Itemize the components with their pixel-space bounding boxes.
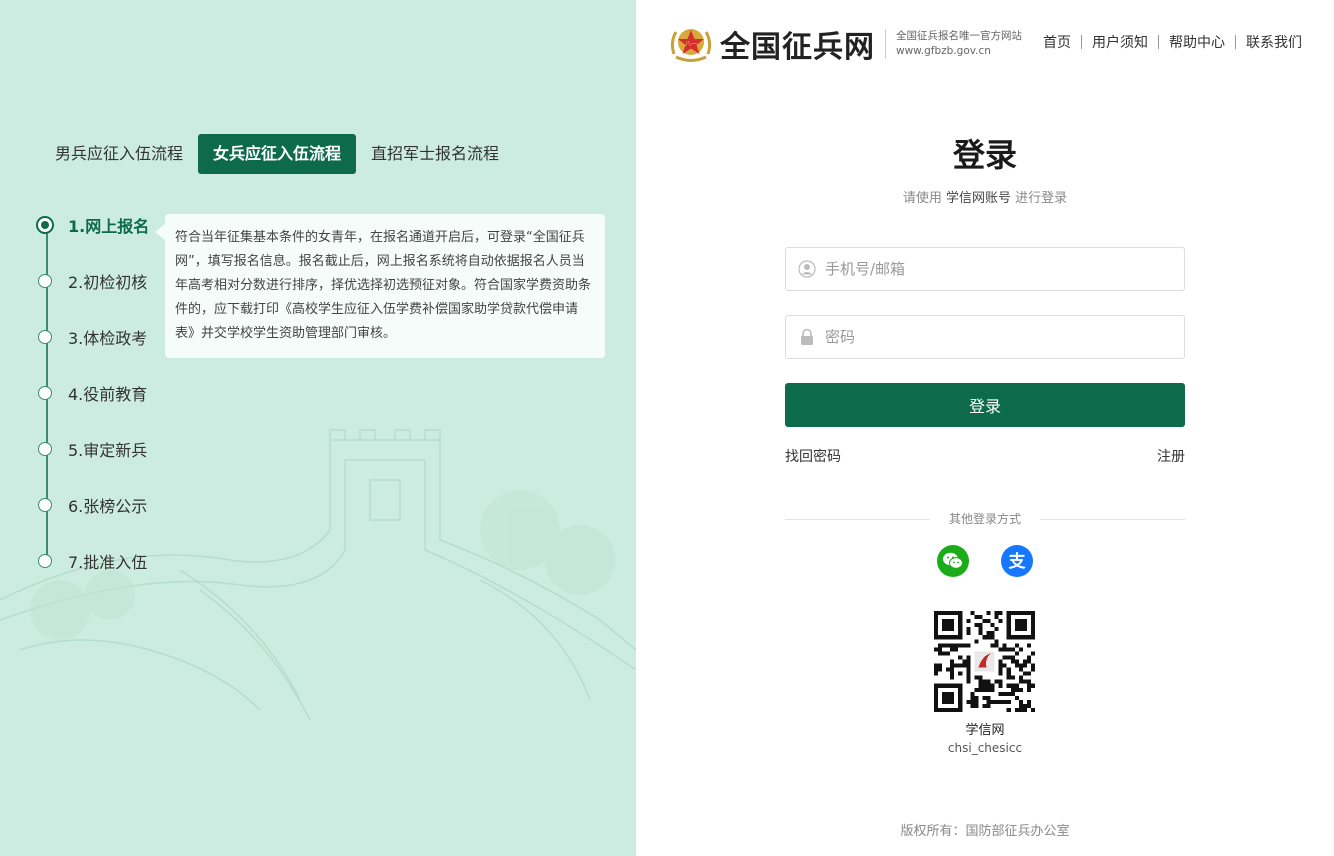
nav-help-center[interactable]: 帮助中心 <box>1169 32 1225 52</box>
step-label: 6.张榜公示 <box>68 497 148 516</box>
site-url: www.gfbzb.gov.cn <box>896 45 991 57</box>
army-emblem-icon: 八一 <box>670 29 712 62</box>
password-field[interactable] <box>785 315 1185 359</box>
step-label: 1.网上报名 <box>68 217 150 236</box>
step-6[interactable]: 6.张榜公示 <box>38 493 147 517</box>
step-dot <box>38 498 52 512</box>
step-dot-active <box>36 216 54 234</box>
account-field[interactable] <box>785 247 1185 291</box>
step-2[interactable]: 2.初检初核 <box>38 269 147 293</box>
other-login-divider: 其他登录方式 <box>785 510 1185 530</box>
step-dot <box>38 554 52 568</box>
step-label: 4.役前教育 <box>68 385 148 404</box>
site-tagline-text: 全国征兵报名唯一官方网站 <box>896 30 1022 42</box>
step-label: 5.审定新兵 <box>68 441 148 460</box>
step-dot <box>38 442 52 456</box>
login-sub-account: 学信网账号 <box>945 191 1011 206</box>
step-3[interactable]: 3.体检政考 <box>38 325 147 349</box>
step-5[interactable]: 5.审定新兵 <box>38 437 147 461</box>
site-logo[interactable]: 八一 全国征兵网 全国征兵报名唯一官方网站 www.gfbzb.gov.cn <box>668 22 1022 66</box>
lock-icon <box>801 328 813 345</box>
nav-contact-us[interactable]: 联系我们 <box>1246 32 1302 52</box>
wechat-login-button[interactable] <box>937 545 969 577</box>
qr-subtitle: chsi_chesicc <box>947 741 1023 755</box>
step-dot <box>38 274 52 288</box>
login-button[interactable]: 登录 <box>785 383 1185 427</box>
step-label: 3.体检政考 <box>68 329 148 348</box>
process-tabs: 男兵应征入伍流程 女兵应征入伍流程 直招军士报名流程 <box>40 134 514 174</box>
nav-divider <box>1081 35 1082 49</box>
svg-text:支: 支 <box>1009 551 1027 572</box>
account-input[interactable] <box>825 260 1165 278</box>
nav-user-notice[interactable]: 用户须知 <box>1092 32 1148 52</box>
step-dot <box>38 330 52 344</box>
step-7[interactable]: 7.批准入伍 <box>38 549 147 573</box>
site-name: 全国征兵网 <box>720 30 875 65</box>
login-title: 登录 <box>952 136 1017 174</box>
wechat-icon <box>943 552 963 569</box>
login-sub-prefix: 请使用 <box>902 191 942 206</box>
login-subtitle: 请使用 学信网账号 进行登录 <box>785 187 1185 206</box>
site-tagline: 全国征兵报名唯一官方网站 www.gfbzb.gov.cn <box>896 29 1022 59</box>
nav-divider <box>1158 35 1159 49</box>
step-label: 2.初检初核 <box>68 273 148 292</box>
tab-female-process[interactable]: 女兵应征入伍流程 <box>198 134 357 174</box>
step-1[interactable]: 1.网上报名 <box>36 213 150 237</box>
alipay-login-button[interactable]: 支 <box>1001 545 1033 577</box>
step-dot <box>38 386 52 400</box>
other-login-label: 其他登录方式 <box>948 512 1021 526</box>
step-description: 符合当年征集基本条件的女青年，在报名通道开启后，可登录“全国征兵网”，填写报名信… <box>155 214 605 358</box>
forgot-password-link[interactable]: 找回密码 <box>785 446 841 466</box>
step-4[interactable]: 4.役前教育 <box>38 381 147 405</box>
qr-title: 学信网 <box>965 723 1005 738</box>
alipay-icon: 支 <box>1009 551 1027 572</box>
nav-home[interactable]: 首页 <box>1043 32 1071 52</box>
register-link[interactable]: 注册 <box>1157 446 1185 466</box>
svg-text:八一: 八一 <box>685 41 697 48</box>
password-input[interactable] <box>825 328 1165 346</box>
login-sub-suffix: 进行登录 <box>1015 191 1068 206</box>
tab-male-process[interactable]: 男兵应征入伍流程 <box>40 134 198 174</box>
qr-code-image <box>934 611 1035 712</box>
nav-divider <box>1235 35 1236 49</box>
step-label: 7.批准入伍 <box>68 553 148 572</box>
process-panel: 男兵应征入伍流程 女兵应征入伍流程 直招军士报名流程 1.网上报名 2.初检初核… <box>0 0 636 856</box>
logo-divider <box>885 29 886 59</box>
copyright-footer: 版权所有：国防部征兵办公室 <box>900 824 1070 839</box>
top-nav: 首页 用户须知 帮助中心 联系我们 <box>1043 32 1302 52</box>
tab-nco-process[interactable]: 直招军士报名流程 <box>356 134 514 174</box>
user-icon <box>798 260 816 278</box>
